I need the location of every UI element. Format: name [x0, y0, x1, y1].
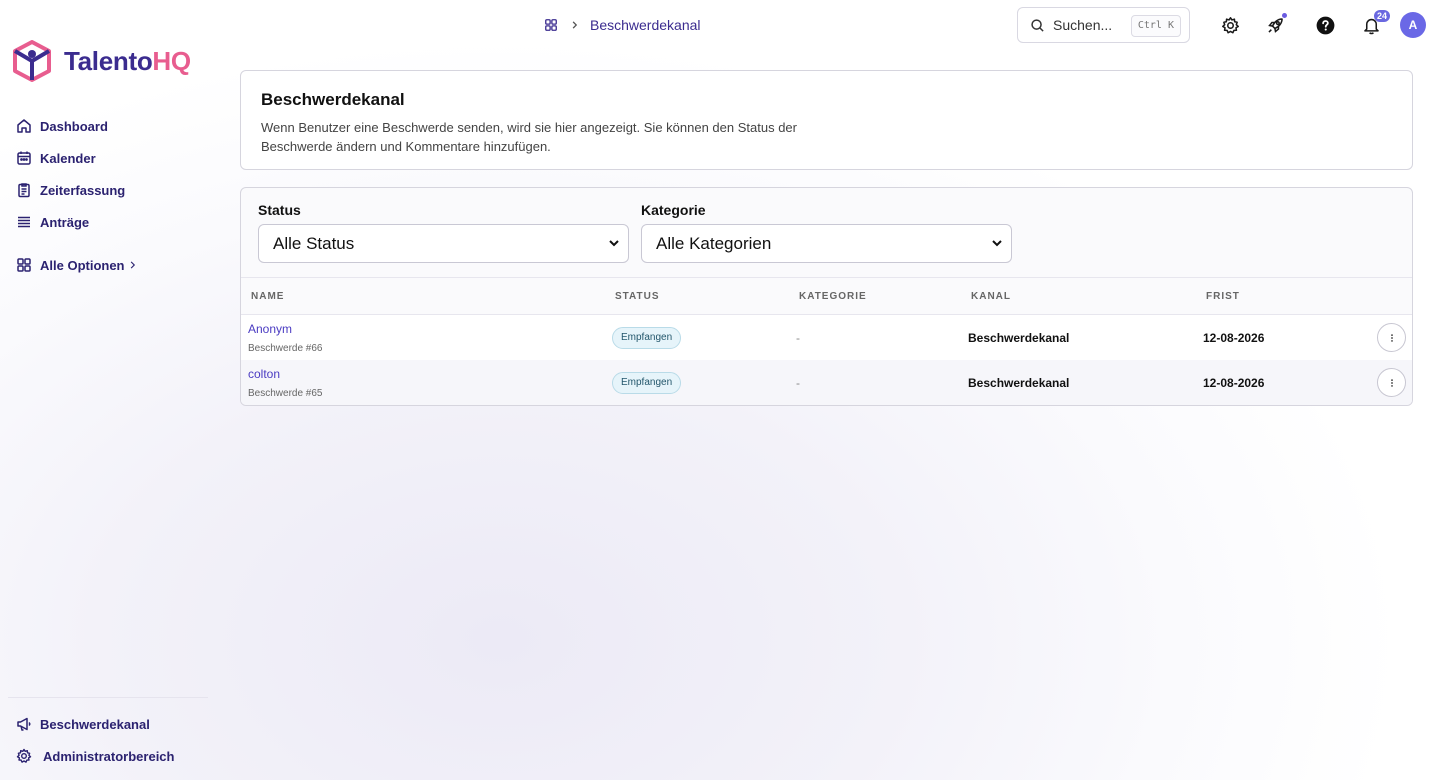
search-input[interactable]: Suchen... Ctrl K — [1017, 7, 1190, 43]
column-header-deadline[interactable]: FRIST — [1206, 291, 1240, 302]
channel-value: Beschwerdekanal — [968, 331, 1070, 345]
sidebar-item-calendar[interactable]: Kalender — [16, 142, 138, 174]
sidebar-item-label: Dashboard — [40, 118, 108, 134]
breadcrumb: Beschwerdekanal — [544, 15, 701, 35]
gear-icon — [16, 748, 32, 763]
clipboard-icon — [18, 183, 30, 198]
row-actions-button[interactable] — [1377, 368, 1406, 397]
sidebar-item-label: Alle Optionen — [40, 257, 125, 273]
sidebar-item-admin[interactable]: Administratorbereich — [16, 740, 174, 772]
gear-icon — [1221, 16, 1239, 34]
sidebar-item-label: Anträge — [40, 214, 90, 230]
sidebar-item-label: Administratorbereich — [43, 748, 175, 764]
category-value: - — [796, 376, 800, 390]
search-shortcut: Ctrl K — [1130, 15, 1181, 37]
sidebar-item-label: Kalender — [40, 150, 96, 166]
chevron-right-icon — [130, 261, 135, 269]
channel-value: Beschwerdekanal — [968, 376, 1070, 390]
table-row[interactable]: Anonym Beschwerde #66 Empfangen - Beschw… — [241, 315, 1412, 360]
sidebar-item-time-tracking[interactable]: Zeiterfassung — [16, 174, 138, 206]
search-placeholder: Suchen... — [1053, 17, 1113, 33]
help-button[interactable] — [1314, 14, 1336, 36]
chevron-down-icon — [992, 240, 1002, 247]
row-actions-button[interactable] — [1377, 323, 1406, 352]
sidebar-item-complaint-channel[interactable]: Beschwerdekanal — [16, 708, 174, 740]
sidebar: TalentoHQ Dashboard Kalender Zeiterfassu… — [0, 0, 216, 780]
help-icon — [1316, 16, 1334, 34]
avatar[interactable]: A — [1400, 12, 1426, 38]
filter-bar: Status Alle Status Kategorie Alle Katego… — [258, 202, 1012, 263]
deadline-value: 12-08-2026 — [1203, 376, 1265, 390]
status-filter-label: Status — [258, 202, 301, 218]
list-icon — [18, 216, 30, 228]
status-filter: Status Alle Status — [258, 202, 629, 263]
page-description: Wenn Benutzer eine Beschwerde senden, wi… — [261, 120, 797, 154]
calendar-icon — [17, 151, 31, 165]
notification-badge: 24 — [1374, 10, 1391, 22]
more-vertical-icon — [1390, 333, 1393, 342]
table-row[interactable]: colton Beschwerde #65 Empfangen - Beschw… — [241, 360, 1412, 405]
status-select[interactable]: Alle Status — [258, 224, 629, 263]
complaint-id: Beschwerde #66 — [248, 343, 323, 354]
home-icon — [17, 119, 31, 133]
category-select-value: Alle Kategorien — [656, 233, 772, 253]
megaphone-icon — [17, 717, 31, 731]
sidebar-item-label: Beschwerdekanal — [40, 716, 150, 732]
sidebar-item-dashboard[interactable]: Dashboard — [16, 110, 138, 142]
sidebar-nav: Dashboard Kalender Zeiterfassung Anträge… — [16, 110, 138, 281]
more-vertical-icon — [1390, 378, 1393, 387]
status-badge: Empfangen — [612, 372, 682, 394]
table-header: NAME STATUS KATEGORIE KANAL FRIST — [241, 277, 1412, 315]
logo-cube-icon — [13, 40, 51, 82]
search-icon — [1031, 18, 1044, 32]
status-badge: Empfangen — [612, 327, 682, 349]
sidebar-item-label: Zeiterfassung — [40, 182, 126, 198]
complaint-id: Beschwerde #65 — [248, 388, 323, 399]
sidebar-item-all-options[interactable]: Alle Optionen — [16, 249, 138, 281]
column-header-channel[interactable]: KANAL — [971, 291, 1011, 302]
complaint-name-link[interactable]: colton — [248, 367, 280, 381]
page-title: Beschwerdekanal — [261, 90, 405, 109]
chevron-down-icon — [609, 240, 619, 247]
column-header-status[interactable]: STATUS — [615, 291, 660, 302]
app-logo[interactable]: TalentoHQ — [12, 40, 191, 82]
status-select-value: Alle Status — [273, 233, 355, 253]
grid-icon — [17, 258, 31, 272]
chevron-right-icon — [572, 21, 578, 29]
breadcrumb-current[interactable]: Beschwerdekanal — [590, 17, 701, 33]
deadline-value: 12-08-2026 — [1203, 331, 1265, 345]
sidebar-bottom-nav: Beschwerdekanal Administratorbereich — [16, 708, 174, 772]
rocket-icon — [1267, 17, 1283, 33]
category-value: - — [796, 331, 800, 345]
column-header-category[interactable]: KATEGORIE — [799, 291, 867, 302]
complaint-name-link[interactable]: Anonym — [248, 322, 292, 336]
brand-name: TalentoHQ — [64, 45, 191, 76]
settings-button[interactable] — [1219, 14, 1241, 36]
grid-icon[interactable] — [544, 18, 558, 32]
category-filter-label: Kategorie — [641, 202, 706, 218]
complaints-table-card: Status Alle Status Kategorie Alle Katego… — [240, 187, 1413, 406]
column-header-name[interactable]: NAME — [251, 291, 284, 302]
update-dot — [1282, 13, 1287, 18]
category-select[interactable]: Alle Kategorien — [641, 224, 1012, 263]
category-filter: Kategorie Alle Kategorien — [641, 202, 1012, 263]
launch-button[interactable] — [1264, 13, 1287, 36]
sidebar-divider — [8, 697, 208, 698]
page-header-card: Beschwerdekanal Wenn Benutzer eine Besch… — [240, 70, 1413, 170]
sidebar-item-requests[interactable]: Anträge — [16, 206, 138, 238]
